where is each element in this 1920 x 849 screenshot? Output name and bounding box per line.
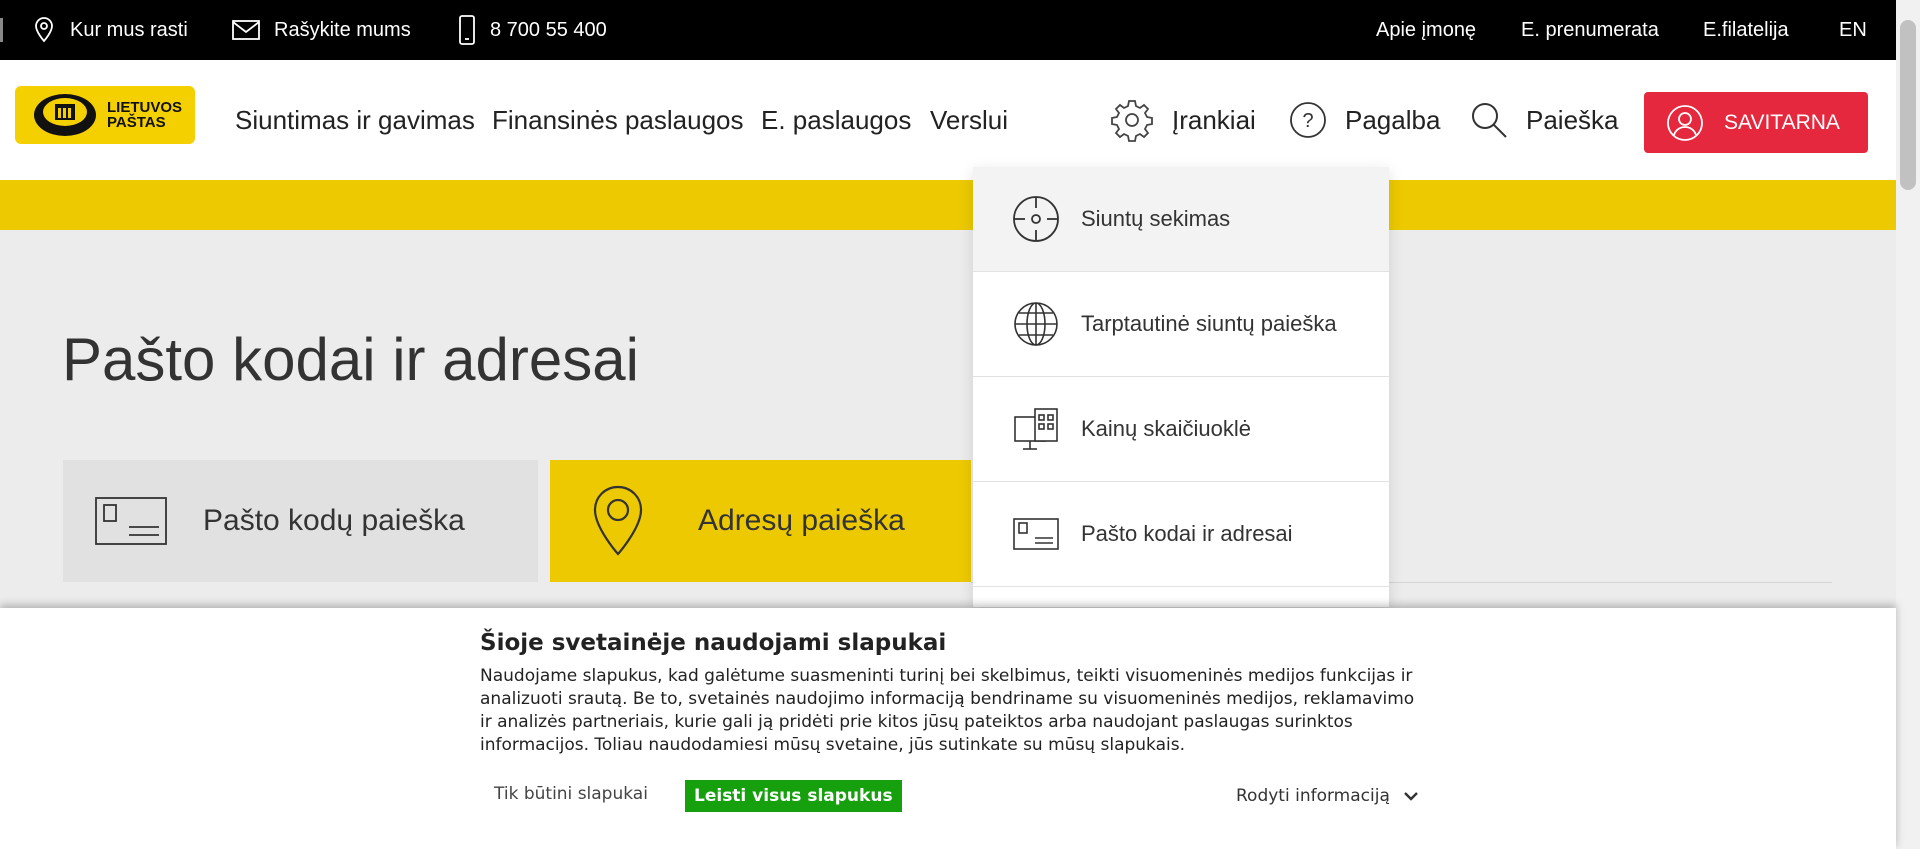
page-title: Pašto kodai ir adresai: [62, 326, 639, 393]
logo[interactable]: LIETUVOS PAŠTAS: [15, 86, 195, 144]
nav-search-label: Paieška: [1526, 104, 1619, 135]
tab-postcode-search-label: Pašto kodų paieška: [203, 504, 465, 537]
allow-all-cookies-button[interactable]: Leisti visus slapukus: [685, 780, 902, 812]
show-info-toggle[interactable]: Rodyti informaciją: [1236, 786, 1418, 806]
dropdown-item-label: Siuntų sekimas: [1081, 206, 1231, 231]
nav-item-shipping[interactable]: Siuntimas ir gavimas: [235, 60, 475, 180]
show-info-label: Rodyti informaciją: [1236, 786, 1390, 806]
globe-icon: [1011, 299, 1061, 349]
tab-address-search[interactable]: Adresų paieška: [550, 460, 971, 582]
necessary-cookies-button[interactable]: Tik būtini slapukai: [482, 778, 660, 810]
write-us-link[interactable]: Rašykite mums: [232, 0, 411, 60]
location-pin-icon: [35, 17, 53, 43]
top-bar-edge: [0, 18, 3, 42]
dropdown-item-tracking[interactable]: Siuntų sekimas: [973, 167, 1389, 272]
crosshair-icon: [1011, 194, 1061, 244]
dropdown-caret: [1168, 153, 1192, 167]
svg-text:?: ?: [1302, 110, 1313, 132]
dropdown-item-label: Pašto kodai ir adresai: [1081, 521, 1293, 546]
dropdown-item-international-search[interactable]: Tarptautinė siuntų paieška: [973, 272, 1389, 377]
nav-item-business[interactable]: Verslui: [930, 60, 1008, 180]
logo-text: LIETUVOS PAŠTAS: [107, 100, 182, 130]
logo-text-line2: PAŠTAS: [107, 114, 166, 131]
cookie-text: Naudojame slapukus, kad galėtume suasmen…: [480, 666, 1415, 755]
tab-address-search-label: Adresų paieška: [698, 504, 905, 537]
write-us-label: Rašykite mums: [274, 18, 411, 41]
find-us-label: Kur mus rasti: [70, 18, 188, 41]
phone-icon: [459, 15, 475, 45]
selfservice-label: SAVITARNA: [1724, 110, 1840, 134]
dropdown-item-postcodes[interactable]: Pašto kodai ir adresai: [973, 482, 1389, 587]
header: LIETUVOS PAŠTAS Siuntimas ir gavimas Fin…: [0, 60, 1896, 180]
nav-tools-label: Įrankiai: [1172, 104, 1256, 135]
logo-text-line1: LIETUVOS: [107, 99, 183, 116]
selfservice-button[interactable]: SAVITARNA: [1644, 92, 1868, 153]
post-horn-icon: [34, 94, 96, 136]
top-bar: Kur mus rasti Rašykite mums 8 700 55 400…: [0, 0, 1896, 60]
address-card-icon: [95, 497, 167, 545]
language-switch[interactable]: EN: [1839, 0, 1867, 60]
calculator-monitor-icon: [1011, 404, 1061, 454]
dropdown-item-label: Tarptautinė siuntų paieška: [1081, 311, 1337, 336]
address-card-icon: [1011, 509, 1061, 559]
phone-link[interactable]: 8 700 55 400: [458, 0, 607, 60]
question-circle-icon: ?: [1290, 102, 1326, 138]
phone-label: 8 700 55 400: [490, 18, 607, 41]
nav-help[interactable]: ? Pagalba: [1289, 60, 1440, 180]
yellow-strip: [0, 180, 1896, 230]
subscription-link[interactable]: E. prenumerata: [1521, 0, 1659, 60]
dropdown-item-price-calculator[interactable]: Kainų skaičiuoklė: [973, 377, 1389, 482]
nav-item-eservices[interactable]: E. paslaugos: [761, 60, 911, 180]
about-link[interactable]: Apie įmonę: [1376, 0, 1476, 60]
cookie-title: Šioje svetainėje naudojami slapukai: [480, 630, 947, 656]
search-icon: [1472, 103, 1507, 138]
gear-icon: [1111, 100, 1153, 142]
nav-item-financial[interactable]: Finansinės paslaugos: [492, 60, 744, 180]
chevron-down-icon: [1404, 792, 1418, 801]
philately-link[interactable]: E.filatelija: [1703, 0, 1789, 60]
scrollbar-thumb[interactable]: [1900, 20, 1916, 190]
envelope-icon: [232, 20, 260, 40]
cookie-banner: Šioje svetainėje naudojami slapukai Naud…: [0, 608, 1896, 849]
tools-dropdown: Siuntų sekimas Tarptautinė siuntų paiešk…: [973, 167, 1389, 607]
tab-postcode-search[interactable]: Pašto kodų paieška: [63, 460, 538, 582]
user-circle-icon: [1667, 104, 1703, 141]
nav-search[interactable]: Paieška: [1470, 60, 1619, 180]
dropdown-item-label: Kainų skaičiuoklė: [1081, 416, 1251, 441]
nav-help-label: Pagalba: [1345, 104, 1441, 135]
location-pin-icon: [593, 485, 643, 556]
find-us-link[interactable]: Kur mus rasti: [32, 0, 188, 60]
